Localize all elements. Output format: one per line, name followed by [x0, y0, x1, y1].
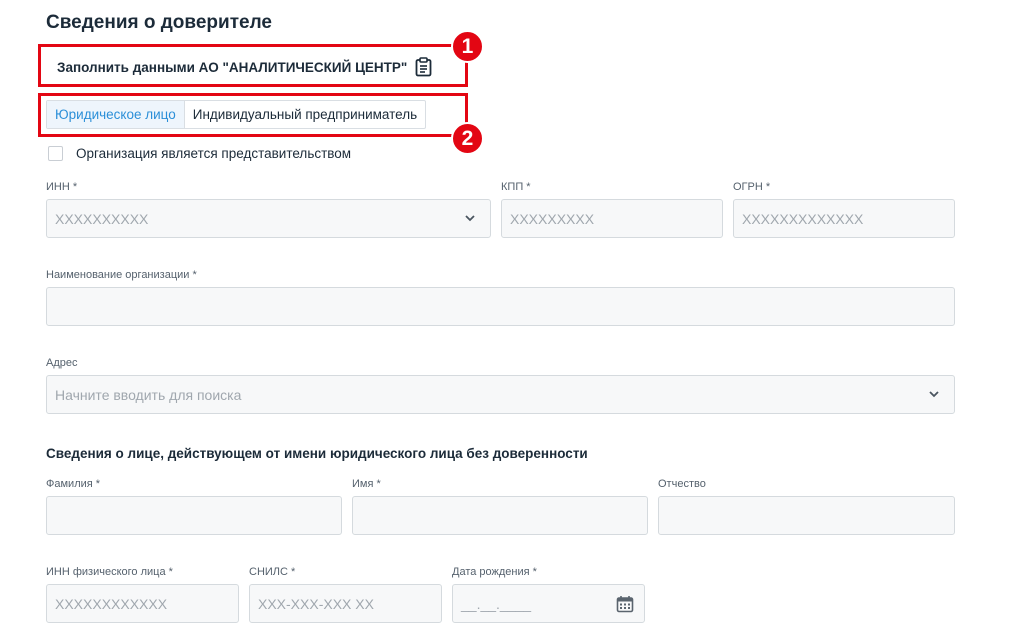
representative-office-label: Организация является представительством [76, 146, 352, 161]
birth-date-label: Дата рождения * [452, 566, 537, 578]
middle-name-label: Отчество [658, 478, 706, 490]
entity-type-tabs: Юридическое лицо Индивидуальный предприн… [46, 100, 427, 129]
ogrn-input[interactable]: XXXXXXXXXXXXX [733, 199, 955, 238]
fill-button-label: Заполнить данными АО "АНАЛИТИЧЕСКИЙ ЦЕНТ… [57, 59, 408, 75]
kpp-input[interactable]: XXXXXXXXX [501, 199, 723, 238]
annotation-badge-2: 2 [451, 122, 484, 155]
last-name-label: Фамилия * [46, 478, 101, 490]
inn-input[interactable]: XXXXXXXXXX [46, 199, 491, 238]
kpp-label: КПП * [501, 181, 531, 193]
snils-placeholder: XXX-XXX-XXX XX [258, 595, 374, 612]
representative-office-row: Организация является представительством [48, 146, 351, 161]
chevron-down-icon [929, 391, 939, 398]
chevron-down-icon [465, 215, 475, 222]
person-inn-label: ИНН физического лица * [46, 566, 173, 578]
last-name-input[interactable] [46, 496, 342, 535]
address-label: Адрес [46, 357, 78, 369]
birth-date-input[interactable]: __.__.____ [452, 584, 645, 623]
subsection-title: Сведения о лице, действующем от имени юр… [46, 446, 588, 461]
person-inn-input[interactable]: XXXXXXXXXXXX [46, 584, 239, 623]
address-input[interactable]: Начните вводить для поиска [46, 375, 955, 414]
tab-legal-entity[interactable]: Юридическое лицо [47, 101, 185, 128]
org-name-label: Наименование организации * [46, 269, 197, 281]
address-placeholder: Начните вводить для поиска [55, 386, 242, 403]
middle-name-input[interactable] [658, 496, 955, 535]
birth-date-placeholder: __.__.____ [461, 595, 532, 612]
snils-input[interactable]: XXX-XXX-XXX XX [249, 584, 442, 623]
annotation-badge-1: 1 [451, 30, 484, 63]
snils-label: СНИЛС * [249, 566, 296, 578]
first-name-input[interactable] [352, 496, 648, 535]
inn-label: ИНН * [46, 181, 78, 193]
ogrn-label: ОГРН * [733, 181, 771, 193]
kpp-placeholder: XXXXXXXXX [510, 210, 595, 227]
fill-from-company-button[interactable]: Заполнить данными АО "АНАЛИТИЧЕСКИЙ ЦЕНТ… [46, 52, 432, 82]
calendar-icon[interactable] [616, 595, 634, 613]
tab-individual-entrepreneur[interactable]: Индивидуальный предприниматель [185, 101, 425, 128]
ogrn-placeholder: XXXXXXXXXXXXX [742, 210, 864, 227]
org-name-input[interactable] [46, 287, 955, 326]
inn-placeholder: XXXXXXXXXX [55, 210, 149, 227]
first-name-label: Имя * [352, 478, 381, 490]
person-inn-placeholder: XXXXXXXXXXXX [55, 595, 168, 612]
clipboard-icon [415, 57, 432, 77]
representative-office-checkbox[interactable] [48, 146, 63, 161]
section-title: Сведения о доверителе [46, 12, 272, 33]
